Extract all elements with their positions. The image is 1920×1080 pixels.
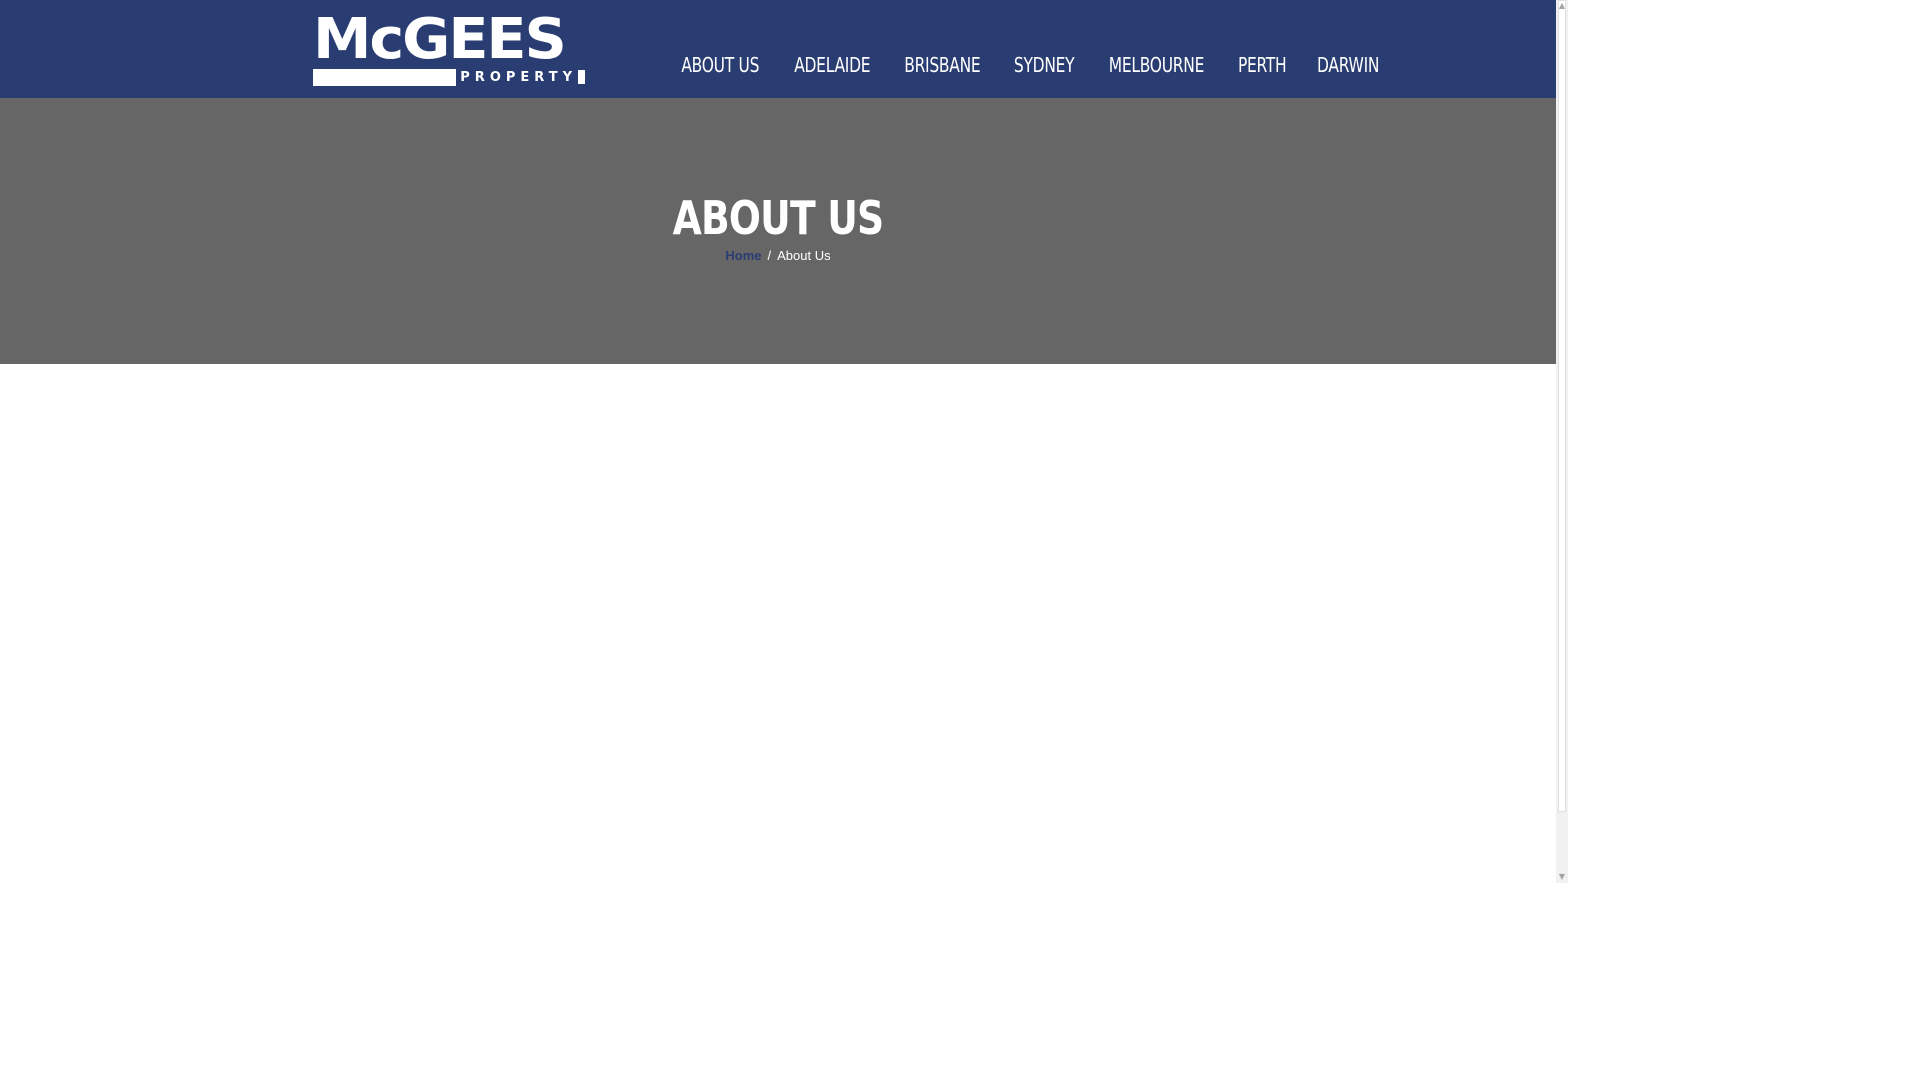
logo-sub-row: PROPERTY	[313, 68, 585, 86]
chevron-down-icon[interactable]: ▼	[1556, 871, 1568, 883]
breadcrumb-current: About Us	[777, 248, 831, 263]
chevron-up-icon[interactable]: ▲	[1556, 0, 1568, 12]
breadcrumb: Home / About Us	[0, 247, 1556, 265]
mcgees-property-logo[interactable]: McGEES PROPERTY	[313, 10, 585, 86]
logo-block	[578, 70, 585, 84]
nav-item-melbourne[interactable]: MELBOURNE	[1099, 50, 1213, 80]
breadcrumb-home-link[interactable]: Home	[725, 248, 761, 263]
logo-main-text: McGEES	[313, 7, 567, 72]
vertical-scrollbar[interactable]: ▲ ▼	[1556, 0, 1568, 883]
page-title: ABOUT US	[672, 191, 885, 245]
breadcrumb-separator: /	[767, 248, 772, 263]
site-header: McGEES PROPERTY ABOUT US ADELAIDE BRISBA…	[0, 0, 1556, 98]
page-banner: ABOUT US Home / About Us	[0, 98, 1556, 364]
page: McGEES PROPERTY ABOUT US ADELAIDE BRISBA…	[0, 0, 1556, 883]
nav-item-about-us[interactable]: ABOUT US	[672, 50, 769, 80]
nav-item-perth[interactable]: PERTH	[1228, 50, 1295, 80]
nav-item-sydney[interactable]: SYDNEY	[1004, 50, 1083, 80]
scrollbar-thumb[interactable]	[1558, 0, 1566, 812]
logo-sub-text: PROPERTY	[460, 69, 577, 85]
main-nav: ABOUT US ADELAIDE BRISBANE SYDNEY MELBOU…	[664, 50, 1395, 80]
nav-item-adelaide[interactable]: ADELAIDE	[784, 50, 879, 80]
logo-bar	[313, 68, 457, 86]
nav-item-brisbane[interactable]: BRISBANE	[895, 50, 990, 80]
nav-item-darwin[interactable]: DARWIN	[1308, 50, 1389, 80]
